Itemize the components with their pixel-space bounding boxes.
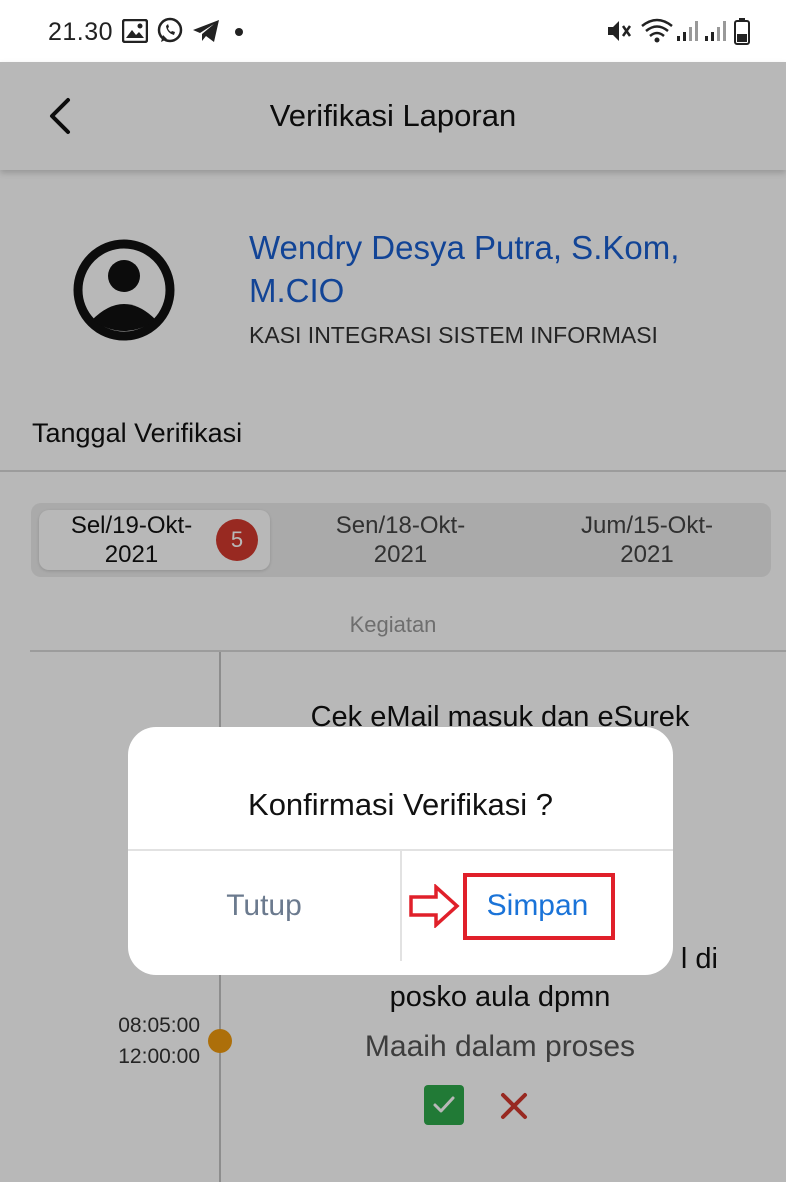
modal-overlay[interactable]	[0, 62, 786, 1182]
whatsapp-icon	[157, 17, 183, 43]
status-bar: 21.30	[0, 0, 786, 62]
annotation-arrow-icon	[409, 884, 460, 928]
signal-icon	[705, 21, 726, 41]
annotation-highlight	[463, 873, 615, 940]
close-button[interactable]: Tutup	[128, 851, 400, 961]
dialog-title: Konfirmasi Verifikasi ?	[248, 787, 553, 822]
mute-icon	[608, 21, 632, 41]
dot-icon	[235, 28, 243, 36]
signal-icon	[677, 21, 698, 41]
wifi-icon	[641, 18, 673, 43]
image-icon	[122, 19, 148, 43]
telegram-icon	[193, 20, 219, 42]
battery-icon	[734, 18, 750, 45]
status-time: 21.30	[48, 18, 114, 46]
